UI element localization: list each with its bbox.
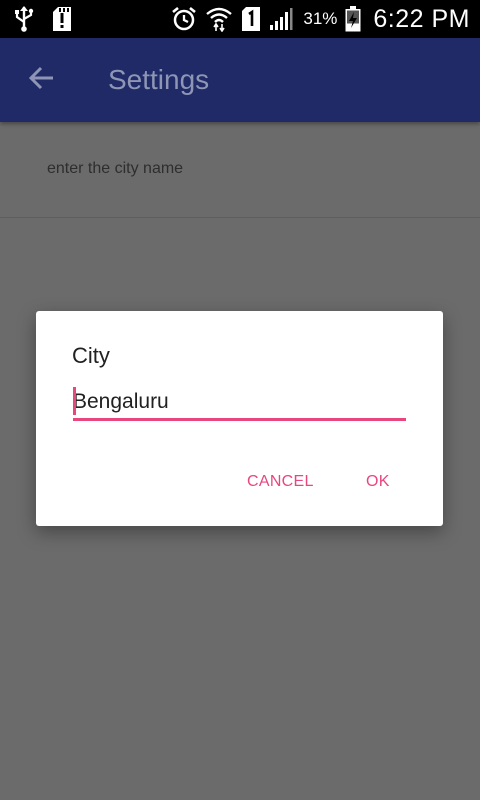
back-button[interactable] xyxy=(22,60,62,100)
signal-icon xyxy=(269,7,293,31)
battery-charging-icon xyxy=(345,6,361,32)
city-dialog: City CANCEL OK xyxy=(36,311,443,526)
usb-icon xyxy=(14,6,34,32)
status-bar: 31% 6:22 PM xyxy=(0,0,480,38)
page-title: Settings xyxy=(108,64,210,95)
battery-percent: 31% xyxy=(303,9,338,28)
arrow-back-icon xyxy=(28,66,55,95)
clock: 6:22 PM xyxy=(373,4,470,33)
preference-summary: enter the city name xyxy=(47,160,184,177)
screen: 31% 6:22 PM Settings enter the city name… xyxy=(0,0,480,800)
preference-city[interactable]: enter the city name xyxy=(0,122,480,218)
wifi-icon xyxy=(205,6,233,32)
sim-1-icon xyxy=(241,6,261,32)
dialog-title: City xyxy=(72,343,110,368)
app-bar: Settings xyxy=(0,38,480,122)
cancel-button[interactable]: CANCEL xyxy=(241,469,320,495)
text-cursor xyxy=(73,387,76,415)
ok-button[interactable]: OK xyxy=(360,469,396,495)
alarm-icon xyxy=(171,6,197,32)
city-input-field xyxy=(73,387,406,421)
city-input[interactable] xyxy=(73,387,406,417)
sd-card-alert-icon xyxy=(52,6,72,32)
